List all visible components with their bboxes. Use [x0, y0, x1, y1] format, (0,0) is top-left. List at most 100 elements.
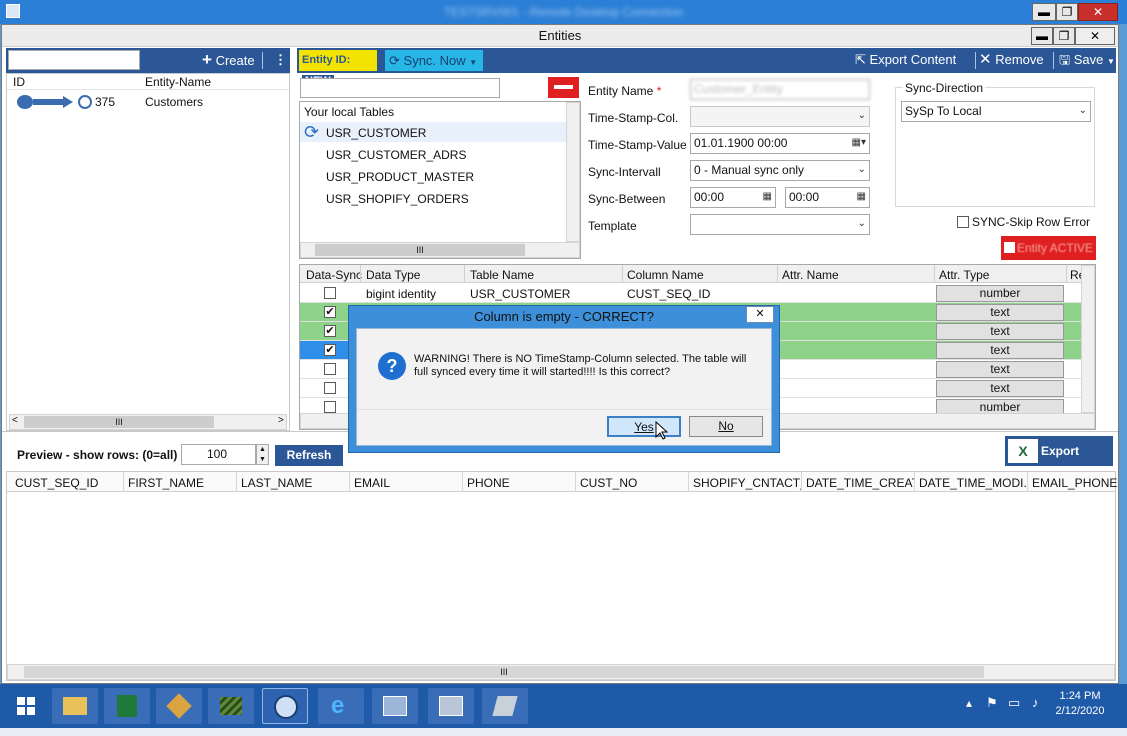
export-excel-button[interactable]: X Export Excel [1005, 436, 1113, 488]
scroll-thumb[interactable]: III [315, 244, 525, 256]
clock-icon[interactable]: ▦ [857, 188, 866, 206]
attr-type-button[interactable]: text [936, 304, 1064, 321]
data-sync-checkbox[interactable]: ✔ [324, 344, 336, 356]
preview-column-header[interactable]: PHONE [467, 476, 575, 490]
window-minimize-button[interactable]: ▬ [1031, 27, 1053, 45]
system-clock[interactable]: 1:24 PM 2/12/2020 [1050, 689, 1110, 719]
clear-filter-button[interactable] [548, 77, 579, 98]
data-sync-checkbox[interactable] [324, 382, 336, 394]
sync-direction-select[interactable]: SySp To Local ⌄ [901, 101, 1091, 122]
preview-rows-input[interactable]: 100 [181, 444, 256, 465]
preview-column-header[interactable]: DATE_TIME_MODI... [919, 476, 1027, 490]
timestamp-value-label: Time-Stamp-Value [588, 138, 687, 152]
sync-now-button[interactable]: ⟳ Sync. Now ▼ [385, 50, 483, 71]
rows-stepper[interactable]: ▲ ▼ [256, 444, 269, 465]
network-icon[interactable]: ▭ [1008, 695, 1020, 711]
dialog-close-button[interactable]: ✕ [746, 306, 774, 323]
tools-icon[interactable] [156, 688, 202, 724]
entity-active-toggle[interactable]: Entity ACTIVE [1001, 236, 1096, 260]
scroll-thumb[interactable]: III [24, 666, 984, 678]
list-item[interactable]: USR_SHOPIFY_ORDERS [326, 192, 469, 206]
export-content-button[interactable]: ⇱ Export Content [855, 49, 956, 71]
vertical-scrollbar[interactable] [566, 102, 580, 242]
horizontal-scrollbar[interactable]: < III > [9, 414, 287, 430]
data-sync-checkbox[interactable] [324, 401, 336, 413]
rdp-minimize-button[interactable]: ▬ [1032, 3, 1056, 21]
template-select[interactable]: ⌄ [690, 214, 870, 235]
calendar-icon[interactable]: ▦▾ [852, 134, 866, 152]
local-tables-list: Your local Tables ⟳ USR_CUSTOMER USR_CUS… [299, 101, 581, 259]
save-button[interactable]: 🖫 Save ▼ [1059, 49, 1115, 73]
skip-row-error-checkbox[interactable] [957, 216, 969, 228]
list-item[interactable]: ⟳ USR_CUSTOMER [300, 122, 566, 142]
scroll-right-icon[interactable]: > [278, 415, 284, 426]
entity-search-input[interactable] [8, 50, 140, 70]
grid-row[interactable]: bigint identity USR_CUSTOMER CUST_SEQ_ID nu… [300, 284, 1081, 303]
preview-column-header[interactable]: SHOPIFY_CNTACT_... [693, 476, 801, 490]
attr-type-button[interactable]: text [936, 380, 1064, 397]
internet-explorer-icon[interactable]: e [318, 688, 364, 724]
preview-column-header[interactable]: EMAIL [354, 476, 462, 490]
show-hidden-icons[interactable]: ▴ [966, 696, 972, 710]
sync-app-icon[interactable] [262, 688, 308, 724]
timestamp-col-select[interactable]: ⌄ [690, 106, 870, 127]
window-maximize-button[interactable]: ❐ [1053, 27, 1075, 45]
attr-type-button[interactable]: text [936, 342, 1064, 359]
notes-app-icon[interactable] [482, 688, 528, 724]
preview-column-header[interactable]: CUST_SEQ_ID [15, 476, 123, 490]
no-button[interactable]: No [689, 416, 763, 437]
flag-icon[interactable]: ⚑ [986, 695, 998, 711]
more-options-icon[interactable]: ⋮ [274, 49, 287, 71]
scroll-left-icon[interactable]: < [12, 415, 18, 426]
refresh-button[interactable]: Refresh [275, 445, 343, 466]
data-sync-checkbox[interactable] [324, 287, 336, 299]
data-sync-checkbox[interactable] [324, 363, 336, 375]
sync-interval-select[interactable]: 0 - Manual sync only ⌄ [690, 160, 870, 181]
remote-desktop-app-icon[interactable] [428, 688, 474, 724]
entity-name-input[interactable]: Customer_Entity [690, 79, 870, 100]
clock-icon[interactable]: ▦ [763, 188, 772, 206]
create-button[interactable]: + Create [202, 49, 255, 72]
mouse-cursor-icon [655, 421, 669, 440]
window-close-button[interactable]: ✕ [1075, 27, 1115, 45]
excel-app-icon[interactable] [104, 688, 150, 724]
list-item[interactable]: USR_CUSTOMER_ADRS [326, 148, 466, 162]
preview-column-header[interactable]: FIRST_NAME [128, 476, 236, 490]
rdp-maximize-button[interactable]: ❐ [1056, 3, 1078, 21]
file-explorer-icon[interactable] [52, 688, 98, 724]
table-filter-input[interactable] [300, 78, 500, 98]
sync-between-to-input[interactable]: 00:00 ▦ [785, 187, 870, 208]
preview-column-header[interactable]: CUST_NO [580, 476, 688, 490]
list-item[interactable]: 375 Customers [7, 92, 289, 112]
grid-header-attr-name: Attr. Name [782, 268, 839, 282]
server-manager-icon[interactable] [372, 688, 418, 724]
data-sync-checkbox[interactable]: ✔ [324, 325, 336, 337]
attr-type-button[interactable]: number [936, 285, 1064, 302]
remove-button[interactable]: ✕ Remove [979, 49, 1044, 71]
volume-icon[interactable]: ♪ [1032, 695, 1039, 710]
sync-icon: ⟳ [389, 53, 400, 68]
horizontal-scrollbar[interactable]: III [300, 242, 580, 258]
vertical-scrollbar[interactable] [1081, 265, 1095, 413]
attr-type-button[interactable]: text [936, 323, 1064, 340]
sync-between-from-input[interactable]: 00:00 ▦ [690, 187, 776, 208]
preview-column-header[interactable]: DATE_TIME_CREAT... [806, 476, 914, 490]
list-item[interactable]: USR_PRODUCT_MASTER [326, 170, 474, 184]
preview-grid: CUST_SEQ_ID FIRST_NAME LAST_NAME EMAIL PHONE… [6, 471, 1117, 681]
notes-shape [492, 696, 518, 716]
yes-button[interactable]: Yes [607, 416, 681, 437]
rdp-close-button[interactable]: ✕ [1078, 3, 1118, 21]
grid-header-attr-type: Attr. Type [939, 268, 990, 282]
horizontal-scrollbar[interactable]: III [7, 664, 1115, 680]
data-sync-checkbox[interactable]: ✔ [324, 306, 336, 318]
entity-active-checkbox[interactable] [1004, 242, 1015, 253]
attr-type-button[interactable]: text [936, 361, 1064, 378]
dialog-message: WARNING! There is NO TimeStamp-Column se… [414, 353, 747, 378]
pattern-app-icon[interactable] [208, 688, 254, 724]
preview-column-header[interactable]: EMAIL_PHONE [1032, 476, 1127, 490]
preview-column-header[interactable]: LAST_NAME [241, 476, 349, 490]
tools-shape [166, 693, 192, 719]
scroll-thumb[interactable]: III [24, 416, 214, 428]
start-button[interactable] [4, 688, 48, 724]
timestamp-value-input[interactable]: 01.01.1900 00:00 ▦▾ [690, 133, 870, 154]
